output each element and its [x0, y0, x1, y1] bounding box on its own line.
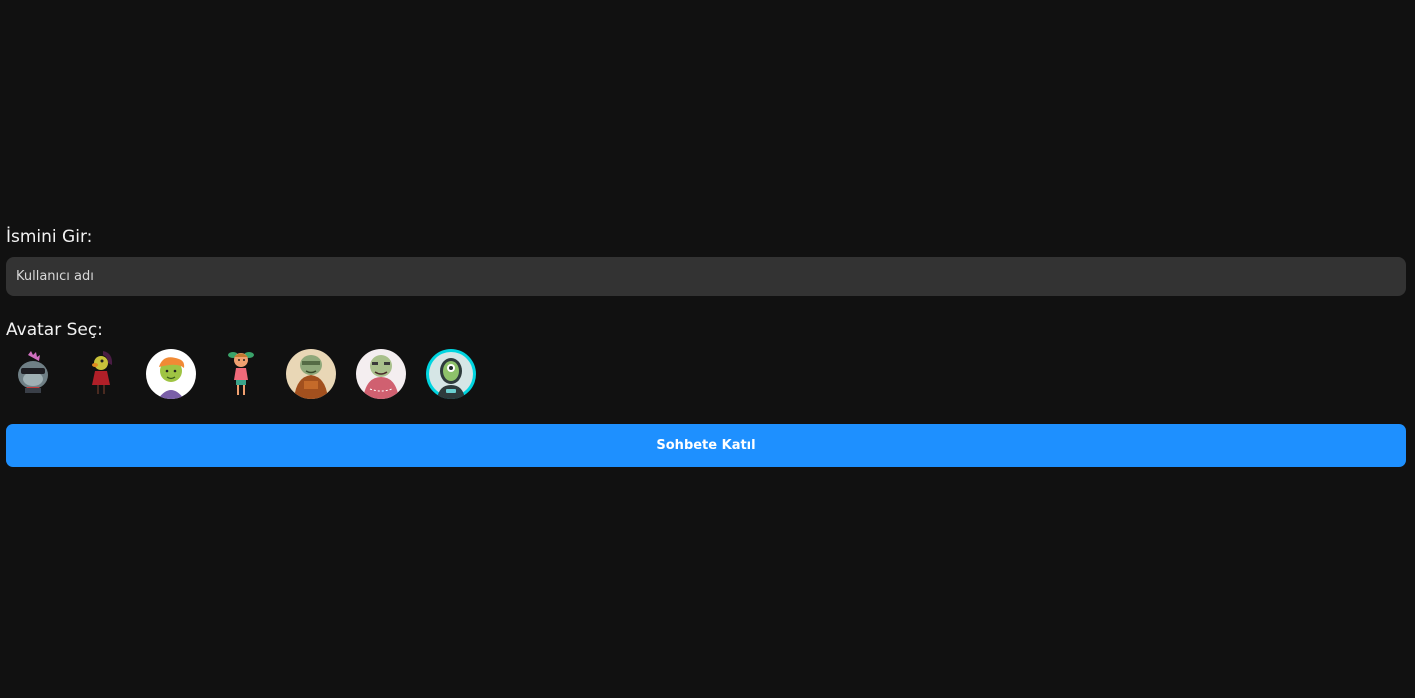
- zombie-pink-avatar-icon: [363, 355, 399, 399]
- pigtail-girl-avatar-icon: [228, 352, 254, 395]
- green-orc-brown-avatar-icon: [294, 355, 328, 399]
- avatar-option-1[interactable]: [6, 349, 56, 399]
- avatar-label: Avatar Seç:: [6, 320, 103, 340]
- cyclops-astronaut-avatar-icon: [429, 352, 473, 399]
- avatar-picker: [6, 349, 1406, 399]
- chicken-girl-avatar-icon: [92, 351, 113, 394]
- avatar-option-2[interactable]: [76, 349, 126, 399]
- avatar-option-5[interactable]: [286, 349, 336, 399]
- join-form: İsmini Gir: Avatar Seç:: [6, 226, 1406, 467]
- avatar-option-7-selected[interactable]: [426, 349, 476, 399]
- orange-hair-boy-avatar-icon: [158, 357, 185, 399]
- punk-cat-avatar-icon: [18, 351, 48, 393]
- join-chat-button[interactable]: Sohbete Katıl: [6, 424, 1406, 467]
- name-label: İsmini Gir:: [6, 227, 93, 247]
- username-input[interactable]: [6, 257, 1406, 296]
- avatar-option-4[interactable]: [216, 349, 266, 399]
- avatar-option-6[interactable]: [356, 349, 406, 399]
- avatar-option-3[interactable]: [146, 349, 196, 399]
